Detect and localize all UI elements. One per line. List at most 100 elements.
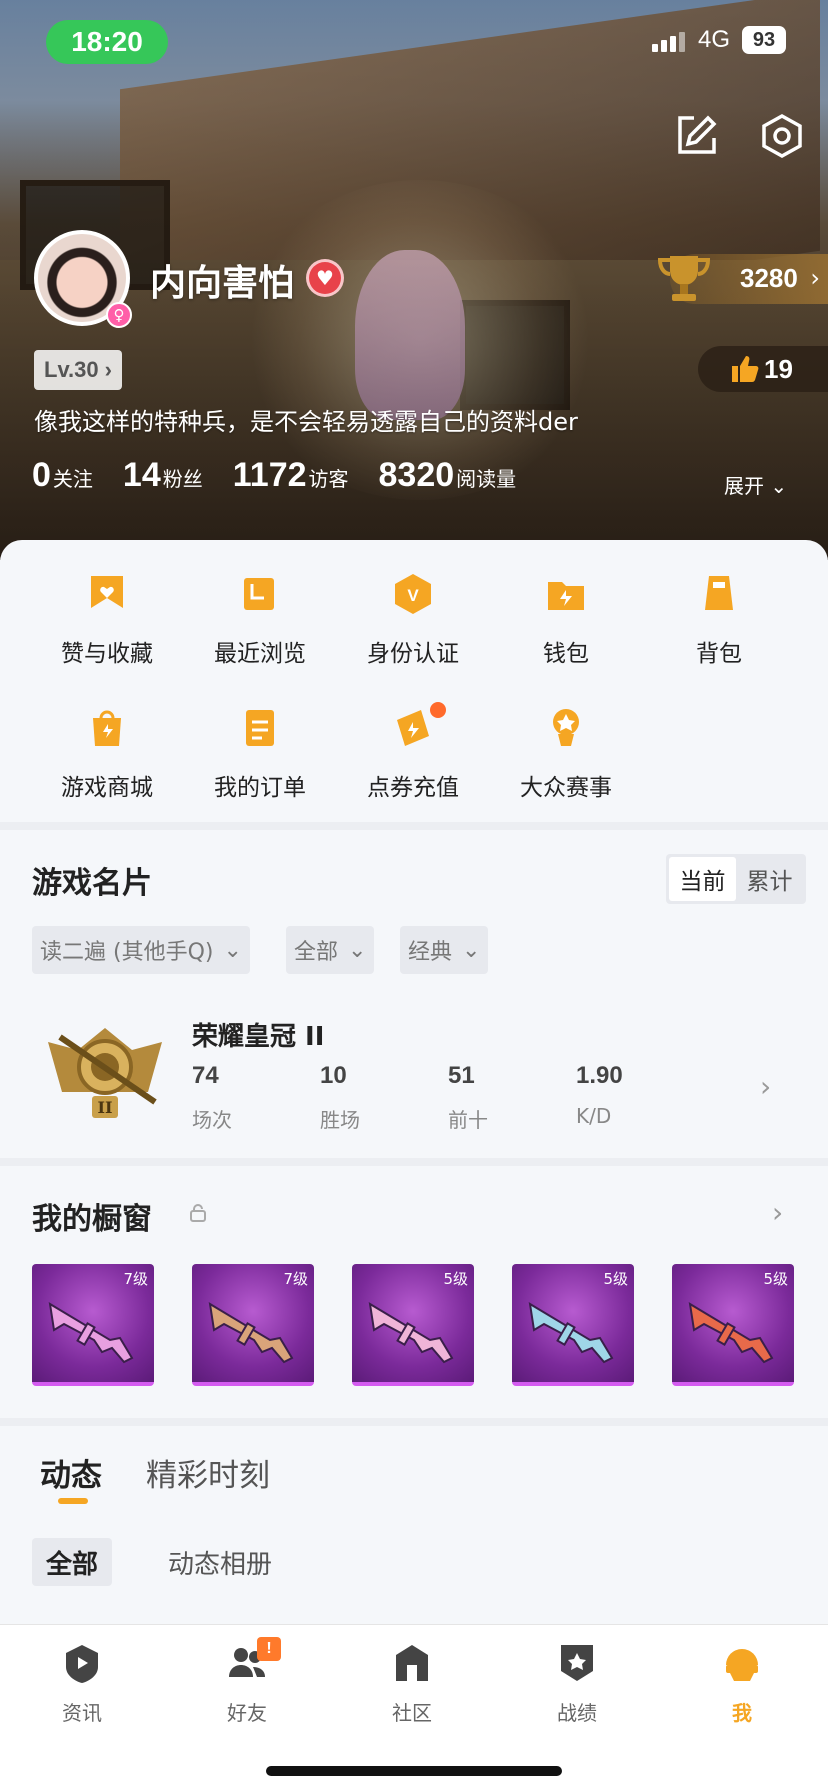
menu-item-label: 我的订单 [214,775,306,801]
chevron-right-icon[interactable]: › [772,1196,783,1229]
menu-item[interactable]: 赞与收藏 [32,572,182,668]
weapon-icon [528,1302,614,1364]
likes-value: 19 [764,354,793,384]
showcase-item[interactable]: 5级 [352,1264,474,1386]
menu-item[interactable]: V 身份认证 [338,572,488,668]
showcase-item[interactable]: 5级 [672,1264,794,1386]
menu-item[interactable]: 点券充值 [338,702,488,802]
chevron-down-icon: ⌄ [770,474,788,498]
tab-feed[interactable]: 动态 [40,1450,102,1495]
stat-visitors[interactable]: 1172 访客 [233,456,349,495]
subtab-all[interactable]: 全部 [32,1538,113,1586]
chevron-down-icon: ⌄ [348,937,367,963]
nav-item[interactable]: 我 [692,1641,792,1726]
level-badge[interactable]: Lv.30 › [34,350,122,390]
game-card-title: 游戏名片 [32,866,152,901]
menu-item[interactable]: 我的订单 [185,706,335,802]
nav-item[interactable]: 战绩 [527,1641,627,1726]
lock-icon[interactable] [190,1204,206,1222]
nav-badge: ! [257,1637,281,1661]
verify-icon: V [395,574,431,614]
notification-dot [430,702,446,718]
menu-item-label: 点券充值 [367,775,459,801]
chevron-right-icon: › [810,264,820,292]
bookmark-heart-icon [91,576,123,608]
status-time: 18:20 [46,20,168,64]
menu-item-label: 最近浏览 [214,641,306,667]
record-icon [561,1645,593,1681]
nav-item-label: 好友 [227,1701,267,1725]
stat-following[interactable]: 0 关注 [32,456,93,495]
nav-item[interactable]: 社区 [362,1641,462,1726]
home-indicator [266,1766,562,1776]
filter-account[interactable]: 读二遍 (其他手Q) ⌄ [32,926,250,974]
filter-map[interactable]: 经典 ⌄ [400,926,489,974]
menu-item[interactable]: 背包 [644,572,794,668]
edit-icon[interactable] [672,112,720,160]
heart-badge-icon[interactable]: ♥ [306,259,344,297]
menu-item[interactable]: 游戏商城 [32,706,182,802]
level-label: Lv.30 [44,357,99,382]
shop-bag-icon [93,710,121,746]
wallet-icon [548,582,584,610]
nav-item[interactable]: ! 好友 [197,1637,297,1726]
menu-item[interactable]: 大众赛事 [491,706,641,802]
toggle-total[interactable]: 累计 [736,857,803,901]
showcase-item[interactable]: 5级 [512,1264,634,1386]
nav-item-label: 资讯 [62,1701,102,1725]
stat-kd: 1.90 K/D [576,1062,623,1128]
rank-name: 荣耀皇冠 II [192,1022,325,1052]
menu-item[interactable]: 最近浏览 [185,572,335,668]
menu-item-label: 背包 [696,641,742,667]
profile-stats: 0 关注 14 粉丝 1172 访客 8320 阅读量 [32,456,546,495]
news-icon [66,1645,98,1683]
trophy-score[interactable]: 3280 › [657,254,828,304]
tab-highlights[interactable]: 精彩时刻 [146,1450,270,1495]
stat-followers[interactable]: 14 粉丝 [123,456,203,495]
likes-count[interactable]: 19 [698,346,828,392]
menu-item-label: 游戏商城 [61,775,153,801]
signal-icon [652,32,685,52]
chevron-down-icon: ⌄ [223,937,242,963]
svg-text:II: II [98,1098,113,1117]
status-bar: 18:20 4G 93 [0,18,828,68]
profile-bio: 像我这样的特种兵，是不会轻易透露自己的资料der [34,408,578,436]
menu-item-label: 钱包 [543,641,589,667]
menu-item-label: 赞与收藏 [61,641,153,667]
weapon-icon [688,1302,774,1364]
menu-item-label: 大众赛事 [520,775,612,801]
network-type: 4G [698,26,731,53]
showcase-item[interactable]: 7级 [32,1264,154,1386]
trophy-icon [657,256,711,301]
subtab-album[interactable]: 动态相册 [154,1538,286,1586]
menu-item-label: 身份认证 [367,641,459,667]
chevron-down-icon: ⌄ [462,937,481,963]
weapon-icon [368,1302,454,1364]
tournament-icon [553,709,579,746]
nav-item-label: 我 [732,1701,752,1725]
toggle-current[interactable]: 当前 [669,857,736,901]
chevron-right-icon[interactable]: › [760,1070,771,1103]
stat-matches: 74 场次 [192,1062,232,1132]
nav-item[interactable]: 资讯 [32,1641,132,1726]
gender-female-icon: ♀ [106,302,132,328]
menu-item[interactable]: 钱包 [491,572,641,668]
chevron-right-icon: › [104,357,112,382]
settings-icon[interactable] [758,112,806,160]
stat-reads: 8320 阅读量 [378,456,517,494]
filter-mode[interactable]: 全部 ⌄ [286,926,375,974]
stat-top10: 51 前十 [448,1062,488,1132]
showcase-item[interactable]: 7级 [192,1264,314,1386]
stat-wins: 10 胜场 [320,1062,360,1132]
trophy-value: 3280 [740,263,798,293]
battery-level: 93 [742,26,786,54]
svg-text:V: V [407,586,419,605]
weapon-icon [48,1302,134,1364]
coupon-icon [397,710,429,746]
expand-button[interactable]: 展开 ⌄ [724,470,787,499]
rank-crown-icon: II [48,1028,162,1118]
recent-icon [244,578,274,610]
nav-item-label: 战绩 [557,1701,597,1725]
nav-item-label: 社区 [392,1701,432,1725]
period-toggle: 当前 累计 [666,854,806,904]
